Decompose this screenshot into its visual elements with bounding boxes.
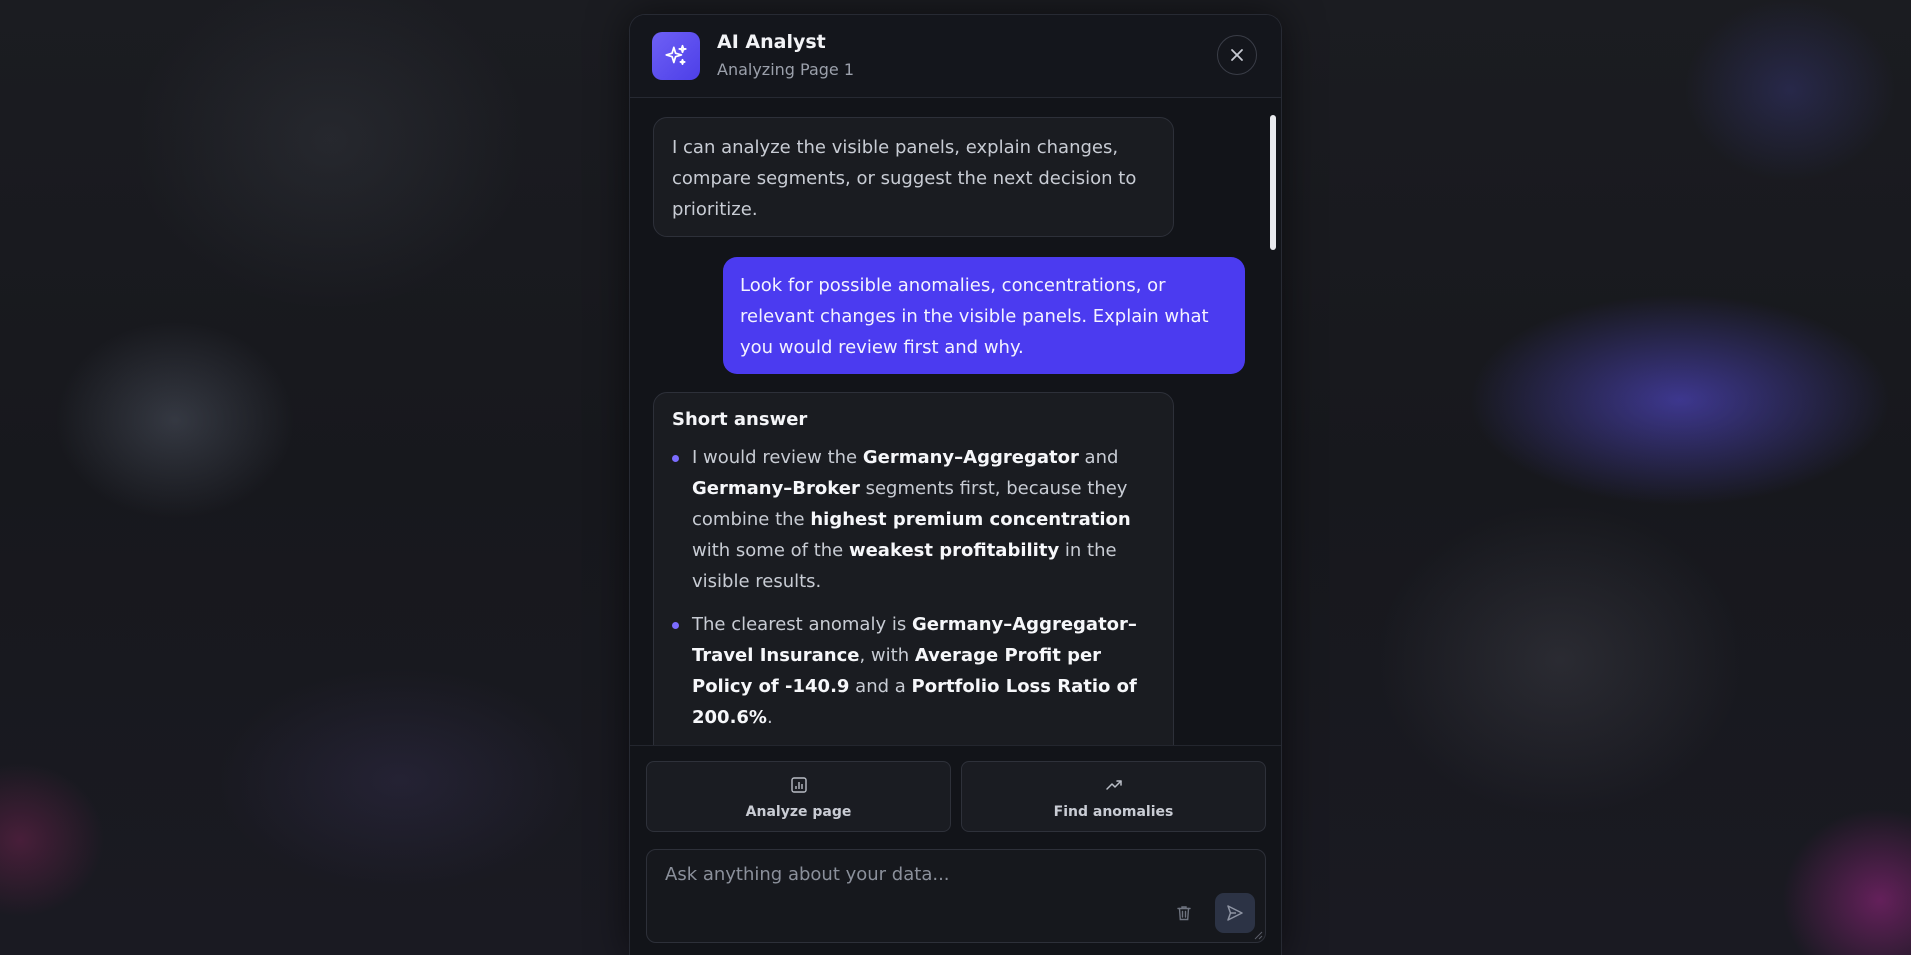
send-icon <box>1227 905 1243 921</box>
user-message: Look for possible anomalies, concentrati… <box>723 257 1245 374</box>
close-button[interactable] <box>1217 35 1257 75</box>
bar-chart-icon <box>790 777 807 793</box>
panel-subtitle: Analyzing Page 1 <box>717 60 855 79</box>
message-text: Look for possible anomalies, concentrati… <box>740 275 1209 358</box>
message-input[interactable] <box>647 850 1265 942</box>
bullet-text: , with <box>859 645 915 666</box>
assistant-answer: Short answer I would review the Germany–… <box>653 392 1174 745</box>
analyze-page-button[interactable]: Analyze page <box>646 761 951 832</box>
message-text: I can analyze the visible panels, explai… <box>672 137 1137 220</box>
bullet-dot <box>672 622 679 629</box>
bullet-emphasis: highest premium concentration <box>810 509 1131 530</box>
find-anomalies-label: Find anomalies <box>1053 804 1174 820</box>
scrollbar-thumb[interactable] <box>1270 115 1276 250</box>
trending-up-icon <box>1105 780 1122 790</box>
ai-analyst-panel: AI Analyst Analyzing Page 1 I can analyz… <box>629 14 1282 955</box>
composer-area: Analyze page Find anomalies <box>630 745 1281 955</box>
resize-handle-icon[interactable] <box>1253 930 1263 940</box>
sparkles-icon <box>652 32 700 80</box>
clear-chat-button[interactable] <box>1171 900 1197 926</box>
bullet-text: and a <box>849 676 912 697</box>
bullet-emphasis: weakest profitability <box>848 540 1060 561</box>
panel-header: AI Analyst Analyzing Page 1 <box>630 15 1281 98</box>
message-input-box <box>646 849 1266 943</box>
bullet-emphasis: Germany–Broker <box>692 478 860 499</box>
send-button[interactable] <box>1215 893 1255 933</box>
bullet-text: with some of the <box>692 540 849 561</box>
assistant-message: I can analyze the visible panels, explai… <box>653 117 1174 237</box>
bullet-text: . <box>766 707 773 728</box>
analyze-page-label: Analyze page <box>745 804 852 820</box>
bullet-emphasis: Germany–Aggregator <box>862 447 1079 468</box>
find-anomalies-button[interactable]: Find anomalies <box>961 761 1266 832</box>
bullet-text: I would review the <box>692 447 863 468</box>
trash-icon <box>1177 906 1191 921</box>
bullet-text: and <box>1078 447 1119 468</box>
message-list[interactable]: I can analyze the visible panels, explai… <box>630 98 1281 745</box>
panel-title: AI Analyst <box>717 31 826 53</box>
bullet-text: The clearest anomaly is <box>692 614 912 635</box>
answer-bullet: I would review the Germany–Aggregator an… <box>672 442 1155 597</box>
bullet-dot <box>672 455 679 462</box>
answer-bullet: The clearest anomaly is Germany–Aggregat… <box>672 609 1155 733</box>
answer-heading: Short answer <box>672 409 808 430</box>
close-icon <box>1231 49 1243 61</box>
